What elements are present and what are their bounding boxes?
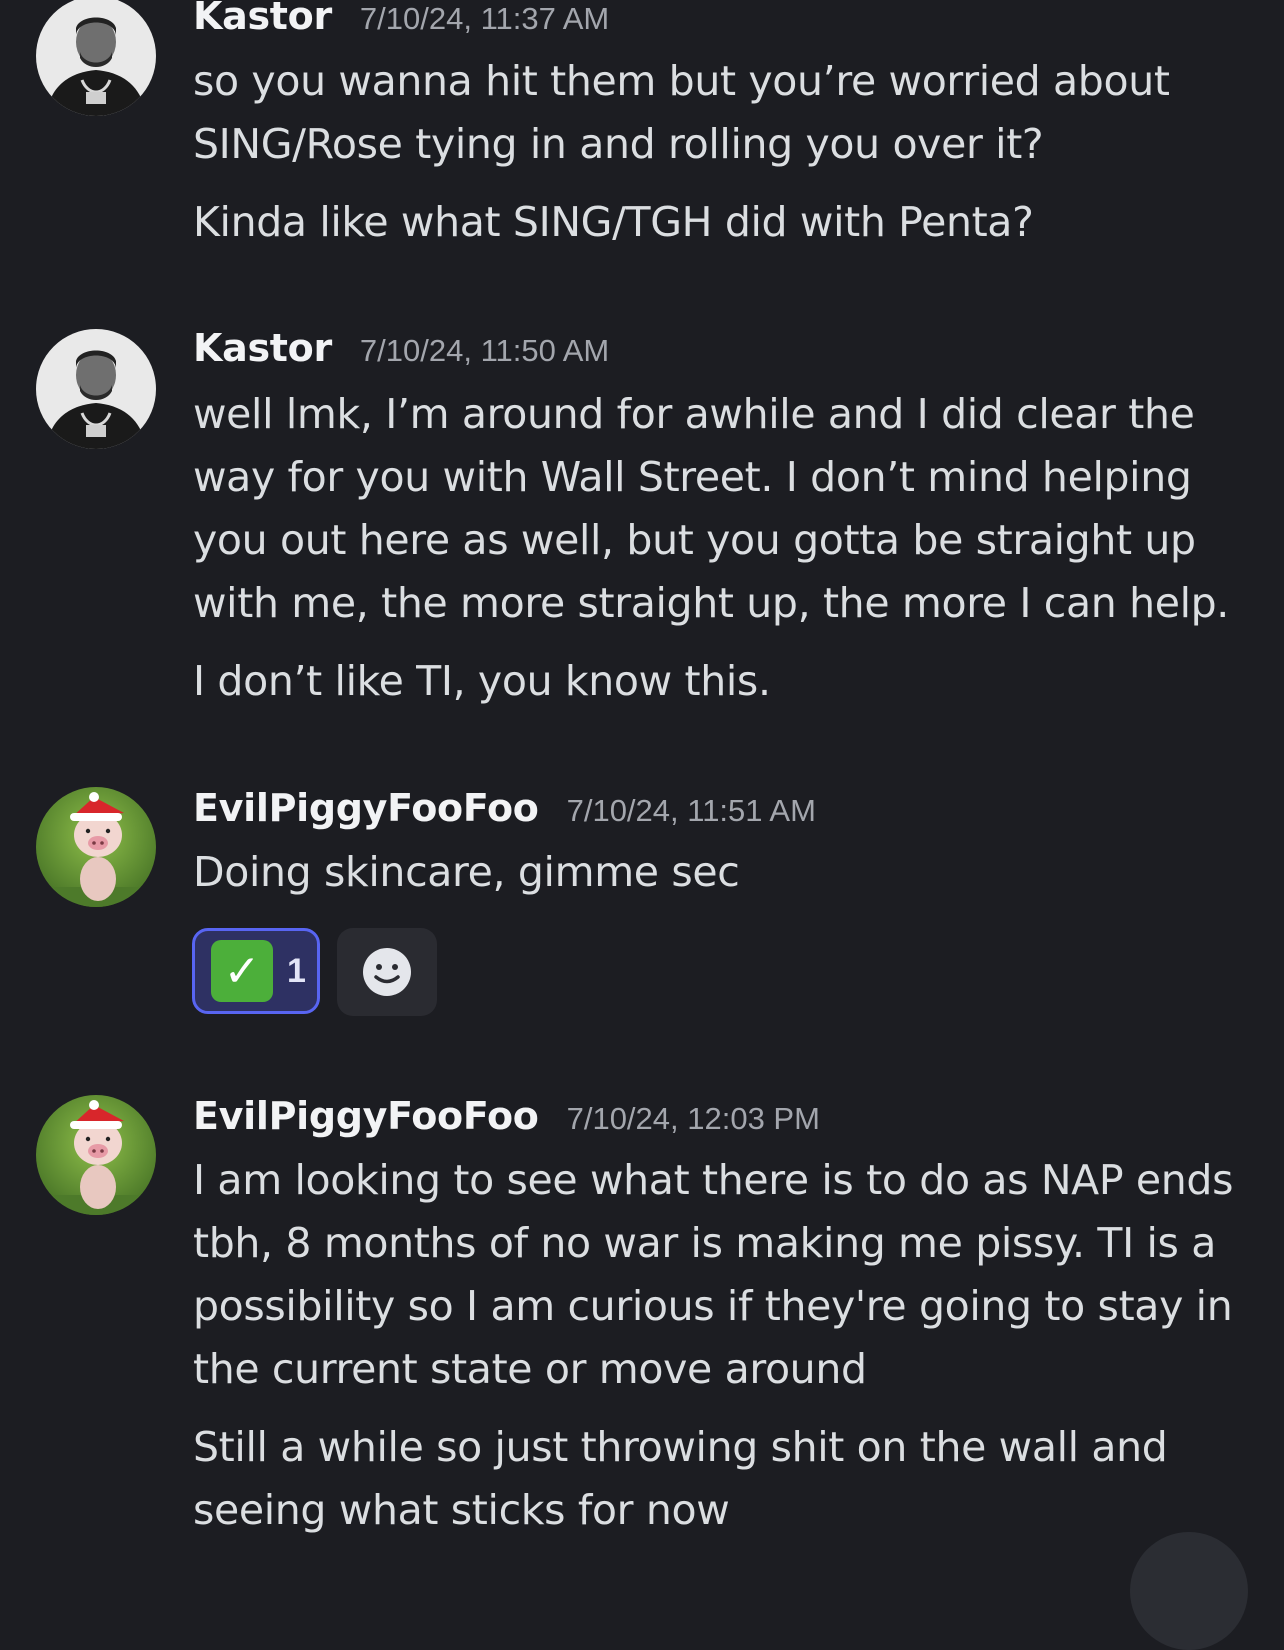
piglet-santa-hat-avatar-icon bbox=[36, 1095, 156, 1215]
username[interactable]: EvilPiggyFooFoo bbox=[193, 786, 539, 830]
message-line: so you wanna hit them but you’re worried… bbox=[193, 57, 1170, 105]
message-line: I don’t like TI, you know this. bbox=[193, 657, 771, 705]
timestamp: 7/10/24, 11:51 AM bbox=[566, 793, 816, 828]
reaction-check-mark[interactable]: ✓ 1 bbox=[192, 928, 320, 1014]
smiley-add-reaction-icon bbox=[363, 948, 411, 996]
message-line: tbh, 8 months of no war is making me pis… bbox=[193, 1219, 1217, 1267]
avatar[interactable] bbox=[36, 787, 156, 907]
message-line: you out here as well, but you gotta be s… bbox=[193, 516, 1196, 564]
message-line: Doing skincare, gimme sec bbox=[193, 848, 740, 896]
username[interactable]: Kastor bbox=[193, 326, 332, 370]
message-line: Kinda like what SING/TGH did with Penta? bbox=[193, 198, 1034, 246]
message-line: with me, the more straight up, the more … bbox=[193, 579, 1229, 627]
person-avatar-icon bbox=[36, 0, 156, 116]
white-check-mark-icon: ✓ bbox=[211, 940, 273, 1002]
message-text: Kinda like what SING/TGH did with Penta? bbox=[193, 191, 1253, 254]
message-text: so you wanna hit them but you’re worried… bbox=[193, 50, 1253, 176]
message-line: way for you with Wall Street. I don’t mi… bbox=[193, 453, 1192, 501]
avatar[interactable] bbox=[36, 1095, 156, 1215]
message-text: I don’t like TI, you know this. bbox=[193, 650, 1253, 713]
username[interactable]: Kastor bbox=[193, 0, 332, 38]
piglet-santa-hat-avatar-icon bbox=[36, 787, 156, 907]
message-text: Still a while so just throwing shit on t… bbox=[193, 1416, 1253, 1542]
timestamp: 7/10/24, 11:37 AM bbox=[359, 1, 610, 36]
message-line: Still a while so just throwing shit on t… bbox=[193, 1423, 1168, 1471]
message-text: Doing skincare, gimme sec bbox=[193, 841, 1253, 904]
message-line: seeing what sticks for now bbox=[193, 1486, 730, 1534]
message-text: well lmk, I’m around for awhile and I di… bbox=[193, 383, 1253, 635]
message-line: possibility so I am curious if they're g… bbox=[193, 1282, 1233, 1330]
scroll-to-bottom-button[interactable] bbox=[1130, 1532, 1248, 1650]
message-line: SING/Rose tying in and rolling you over … bbox=[193, 120, 1044, 168]
message-text: I am looking to see what there is to do … bbox=[193, 1149, 1253, 1401]
add-reaction-button[interactable] bbox=[337, 928, 437, 1016]
message-line: well lmk, I’m around for awhile and I di… bbox=[193, 390, 1195, 438]
reaction-count: 1 bbox=[287, 951, 306, 990]
timestamp: 7/10/24, 11:50 AM bbox=[359, 333, 610, 368]
message-line: I am looking to see what there is to do … bbox=[193, 1156, 1234, 1204]
person-avatar-icon bbox=[36, 329, 156, 449]
message-line: the current state or move around bbox=[193, 1345, 867, 1393]
username[interactable]: EvilPiggyFooFoo bbox=[193, 1094, 539, 1138]
avatar[interactable] bbox=[36, 0, 156, 116]
avatar[interactable] bbox=[36, 329, 156, 449]
timestamp: 7/10/24, 12:03 PM bbox=[566, 1101, 820, 1136]
